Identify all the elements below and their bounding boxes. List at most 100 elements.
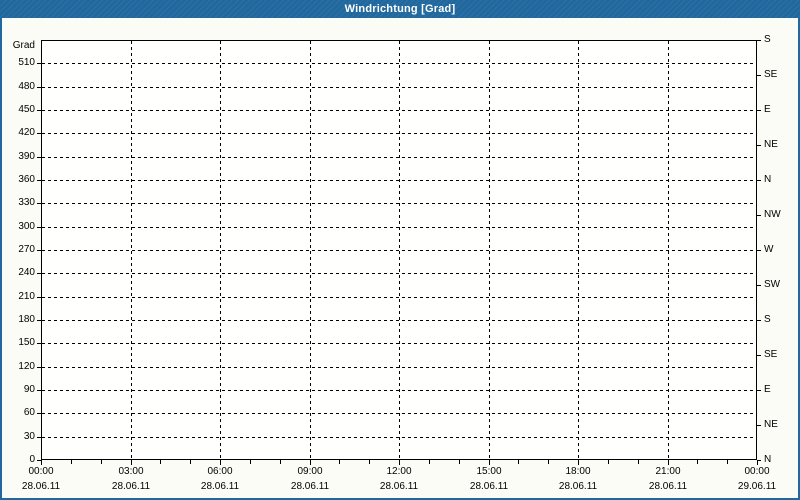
compass-axis-tick <box>757 75 761 76</box>
v-gridline <box>220 41 221 459</box>
y-axis-label: 180 <box>18 314 35 325</box>
chart-window: Windrichtung [Grad] 0 30 60 90 120 150 180 210 2… <box>0 0 800 500</box>
x-axis-minor-tick <box>697 460 698 464</box>
v-gridline <box>310 41 311 459</box>
x-axis-major-tick <box>757 460 758 465</box>
compass-label: S <box>764 34 771 45</box>
x-axis-minor-tick <box>250 460 251 464</box>
chart-title: Windrichtung [Grad] <box>344 3 456 15</box>
y-axis-tick <box>37 297 41 298</box>
y-axis-tick <box>37 203 41 204</box>
x-date-label: 28.06.11 <box>200 481 240 492</box>
compass-label: S <box>764 314 771 325</box>
y-axis-tick <box>37 390 41 391</box>
x-axis-minor-tick <box>638 460 639 464</box>
x-date-label: 28.06.11 <box>379 481 419 492</box>
x-axis-minor-tick <box>71 460 72 464</box>
y-axis-label: 300 <box>18 221 35 232</box>
x-axis-major-tick <box>220 460 221 465</box>
y-axis-label: 360 <box>18 174 35 185</box>
v-gridline <box>578 41 579 459</box>
x-axis-minor-tick <box>369 460 370 464</box>
x-time-label: 15:00 <box>476 466 502 477</box>
compass-label: SE <box>764 69 778 80</box>
x-axis-major-tick <box>578 460 579 465</box>
v-gridline <box>489 41 490 459</box>
x-axis-major-tick <box>41 460 42 465</box>
y-axis-label: 510 <box>18 57 35 68</box>
x-axis-minor-tick <box>280 460 281 464</box>
y-axis-label: 330 <box>18 197 35 208</box>
compass-label: SE <box>764 349 778 360</box>
x-axis-minor-tick <box>727 460 728 464</box>
compass-label: SW <box>764 279 781 290</box>
compass-axis-tick <box>757 425 761 426</box>
x-axis-major-tick <box>399 460 400 465</box>
x-time-label: 00:00 <box>28 466 54 477</box>
compass-label: W <box>764 244 774 255</box>
x-time-label: 06:00 <box>207 466 233 477</box>
y-axis-tick <box>37 110 41 111</box>
x-axis-minor-tick <box>548 460 549 464</box>
y-axis-label: 270 <box>18 244 35 255</box>
x-axis-major-tick <box>310 460 311 465</box>
y-axis-label: 150 <box>18 337 35 348</box>
compass-axis-tick <box>757 250 761 251</box>
x-date-label: 28.06.11 <box>469 481 509 492</box>
y-axis-label: 90 <box>23 384 35 395</box>
compass-axis-tick <box>757 40 761 41</box>
compass-label: NE <box>764 419 778 430</box>
x-date-label: 28.06.11 <box>111 481 151 492</box>
v-gridline <box>131 41 132 459</box>
x-date-label: 29.06.11 <box>737 481 777 492</box>
y-axis-label: 420 <box>18 127 35 138</box>
x-time-label: 12:00 <box>386 466 412 477</box>
x-axis-major-tick <box>489 460 490 465</box>
compass-label: E <box>764 384 771 395</box>
y-axis-label: 480 <box>18 81 35 92</box>
x-axis-minor-tick <box>518 460 519 464</box>
y-axis-label: 210 <box>18 291 35 302</box>
y-axis-label: 450 <box>18 104 35 115</box>
y-axis-tick <box>37 157 41 158</box>
x-axis-major-tick <box>668 460 669 465</box>
y-axis-tick <box>37 320 41 321</box>
compass-axis-tick <box>757 180 761 181</box>
y-axis-label: 60 <box>23 407 35 418</box>
chart-canvas: 0 30 60 90 120 150 180 210 240 270 300 330 360 390 420… <box>2 18 798 498</box>
compass-label: N <box>764 174 772 185</box>
x-time-label: 03:00 <box>118 466 144 477</box>
x-time-label: 21:00 <box>655 466 681 477</box>
x-axis-minor-tick <box>608 460 609 464</box>
compass-label: NW <box>764 209 781 220</box>
x-date-label: 28.06.11 <box>21 481 61 492</box>
x-date-label: 28.06.11 <box>558 481 598 492</box>
x-time-label: 00:00 <box>744 466 770 477</box>
x-axis-major-tick <box>131 460 132 465</box>
y-axis-unit-label: Grad <box>12 40 35 51</box>
compass-axis-tick <box>757 320 761 321</box>
x-time-label: 09:00 <box>297 466 323 477</box>
x-axis-minor-tick <box>190 460 191 464</box>
x-axis-minor-tick <box>101 460 102 464</box>
x-axis-minor-tick <box>429 460 430 464</box>
y-axis-tick <box>37 180 41 181</box>
y-axis-tick <box>37 367 41 368</box>
y-axis-tick <box>37 87 41 88</box>
compass-label: E <box>764 104 771 115</box>
y-axis-tick <box>37 133 41 134</box>
compass-axis-tick <box>757 390 761 391</box>
y-axis-tick <box>37 437 41 438</box>
y-axis-tick <box>37 227 41 228</box>
compass-label: N <box>764 454 772 465</box>
v-gridline <box>399 41 400 459</box>
compass-label: NE <box>764 139 778 150</box>
v-gridline <box>668 41 669 459</box>
x-time-label: 18:00 <box>565 466 591 477</box>
y-axis-label: 240 <box>18 267 35 278</box>
y-axis-tick <box>37 343 41 344</box>
y-axis-label: 390 <box>18 151 35 162</box>
compass-axis-tick <box>757 285 761 286</box>
y-axis-tick <box>37 273 41 274</box>
y-axis-tick <box>37 250 41 251</box>
